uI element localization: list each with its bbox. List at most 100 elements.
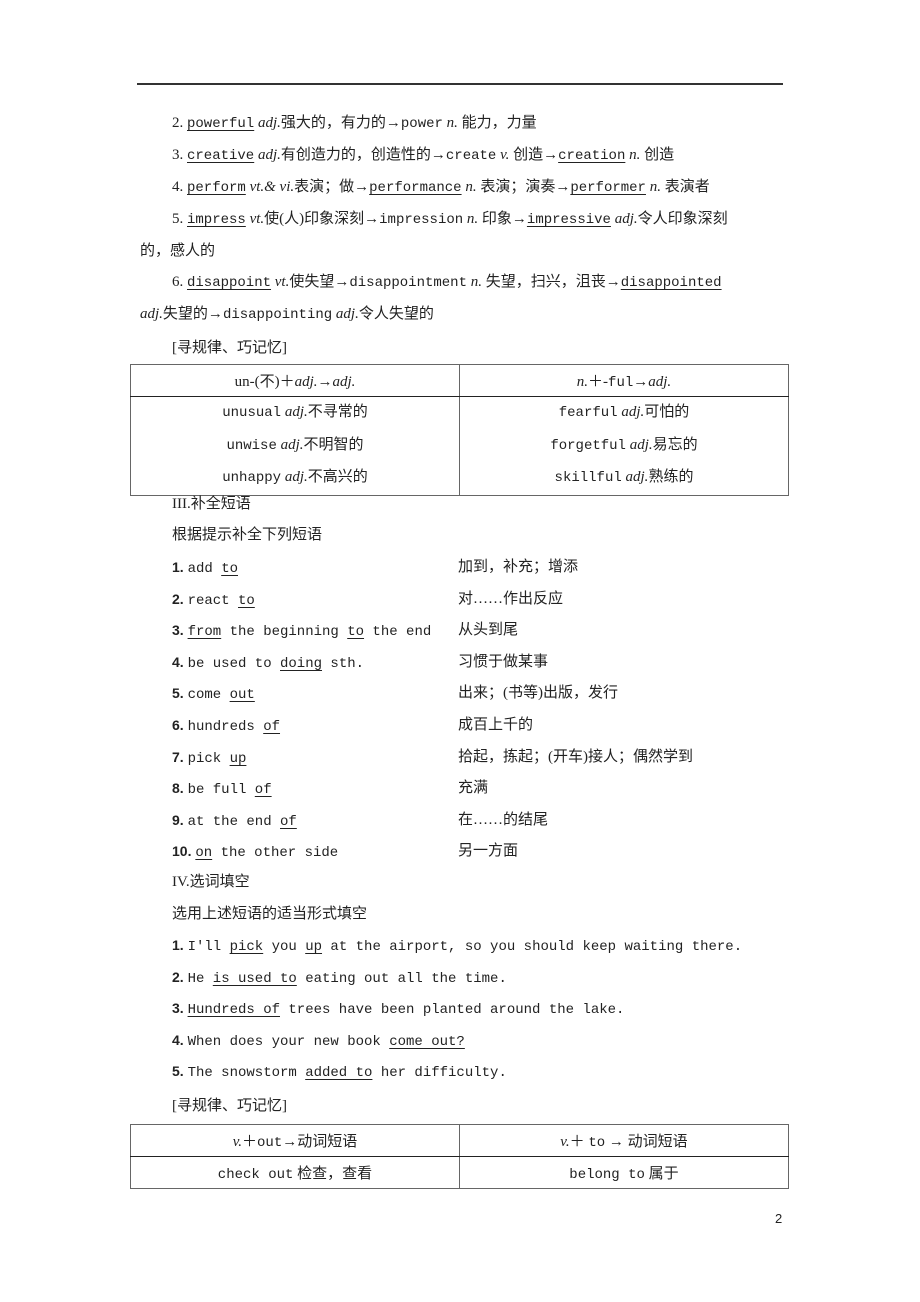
text-fragment: the beginning [221,624,348,641]
answer-text: impressive [526,212,611,228]
fill-blank-item: 5. The snowstorm added to her difficulty… [172,1061,507,1083]
answer-text: of [254,782,272,799]
phrase-gloss: 另一方面 [458,843,519,860]
phrase-item: 3. from the beginning to the end [172,620,431,642]
text-fragment: un-(不)＋ [234,374,295,390]
phrase-item: 8. be full of [172,778,272,800]
table-example-line: fearful adj.可怕的 [460,397,788,430]
page-number: 2 [775,1211,783,1226]
answer-text: up [305,939,323,955]
text-fragment: 易忘的 [652,436,698,453]
table-cell-belong-to: belong to 属于 [459,1156,789,1189]
part-of-speech: adj. [621,404,645,420]
table-cell-un-examples: unusual adj.不寻常的 unwise adj.不明智的 unhappy a… [130,396,460,496]
phrase-text: react to [188,593,255,609]
word-form-continuation: 的，感人的 [140,243,216,259]
item-number: 8. [172,780,188,797]
part-of-speech: vt.& vi. [249,179,295,195]
part-of-speech: vt. [249,211,265,227]
phrase-text: come out [188,687,255,703]
text-fragment: The snowstorm [187,1065,306,1082]
item-number: 6. [172,274,187,290]
answer-text: added to [305,1065,373,1082]
part-of-speech: n. [576,374,589,390]
word-form-item: 2. powerful adj.强大的，有力的→power n. 能力，力量 [172,113,537,134]
text-fragment: the end [364,624,432,641]
text-fragment: ＋ [569,1134,589,1150]
text-fragment: ＋- [588,374,609,390]
text-fragment: ful [608,375,634,391]
section-title: IV.选词填空 [172,874,250,890]
item-number: 4. [172,653,188,670]
text-fragment: you [263,939,306,955]
text-fragment: 有创造力的，创造性的→ [280,147,446,163]
item-number: 3. [172,622,188,639]
phrase-text: at the end of [188,814,297,830]
text-fragment: →动词短语 [282,1134,358,1150]
text-fragment: hundreds [187,719,264,735]
phrase-text: on the other side [195,845,338,861]
text-fragment: to [588,1135,606,1151]
answer-text: to [221,561,238,577]
item-number: 5. [172,211,187,227]
phrase-gloss: 充满 [458,780,489,797]
part-of-speech: adj. [257,115,281,131]
text-fragment: 熟练的 [648,469,694,485]
item-number: 6. [172,717,188,733]
item-number: 3. [172,1000,188,1017]
part-of-speech: n. [470,274,482,290]
text-fragment: forgetful [550,437,626,454]
section-instruction: 选用上述短语的适当形式填空 [172,906,368,922]
text-fragment: come [187,687,230,704]
text-fragment: at the airport, so you should keep waiti… [322,939,743,955]
text-fragment: out [257,1135,283,1151]
part-of-speech: adj. [629,436,653,453]
text-fragment: 不明智的 [303,436,364,453]
item-number: 1. [172,559,188,575]
phrase-item: 9. at the end of [172,810,297,832]
answer-text: is used to [212,970,297,987]
phrase-text: be full of [188,782,272,798]
phrase-text: add to [188,561,238,577]
text-fragment: 创造 [640,147,675,163]
phrase-gloss: 成百上千的 [458,717,534,733]
item-number: 4. [172,179,187,195]
text-fragment: check out [217,1167,294,1183]
phrase-text: be used to doing sth. [188,656,364,672]
text-fragment: → 动词短语 [605,1134,688,1150]
answer-text: pick [229,939,264,955]
answer-text: performance [369,180,462,196]
text-fragment: fearful [558,405,618,421]
phrase-item: 6. hundreds of [172,715,280,737]
answer-text: from [187,624,222,641]
answer-text: to [347,624,365,641]
table-header-v-out: v.＋out→动词短语 [130,1124,460,1157]
item-number: 2. [172,968,188,985]
item-number: 3. [172,147,187,163]
part-of-speech: n. [649,179,661,195]
answer-text: doing [280,655,323,672]
part-of-speech: adj. [335,306,359,322]
item-number: 9. [172,811,188,828]
phrase-text: pick up [188,751,247,767]
sentence-text: The snowstorm added to her difficulty. [188,1065,507,1081]
phrase-item: 7. pick up [172,747,246,769]
text-fragment: 表演者 [660,179,710,195]
phrase-gloss: 在……的结尾 [458,811,549,828]
item-number: 7. [172,748,188,765]
text-fragment: eating out all the time. [296,970,507,987]
answer-text: out [229,687,255,704]
part-of-speech: adj. [294,374,318,390]
text-fragment: be full [187,782,255,799]
text-fragment: power [400,116,443,132]
text-fragment: disappointment [349,275,467,291]
sentence-text: I'll pick you up at the airport, so you … [188,939,743,955]
word-form-item: 5. impress vt.使(人)印象深刻→impression n. 印象→… [172,209,728,230]
table-example-line: forgetful adj.易忘的 [460,430,788,463]
phrase-gloss: 出来；(书等)出版，发行 [458,685,618,702]
phrase-text: hundreds of [188,719,280,735]
part-of-speech: adj. [284,469,308,485]
fill-blank-item: 1. I'll pick you up at the airport, so y… [172,935,742,957]
text-fragment: 使(人)印象深刻→ [264,211,380,227]
part-of-speech: v. [560,1134,570,1150]
